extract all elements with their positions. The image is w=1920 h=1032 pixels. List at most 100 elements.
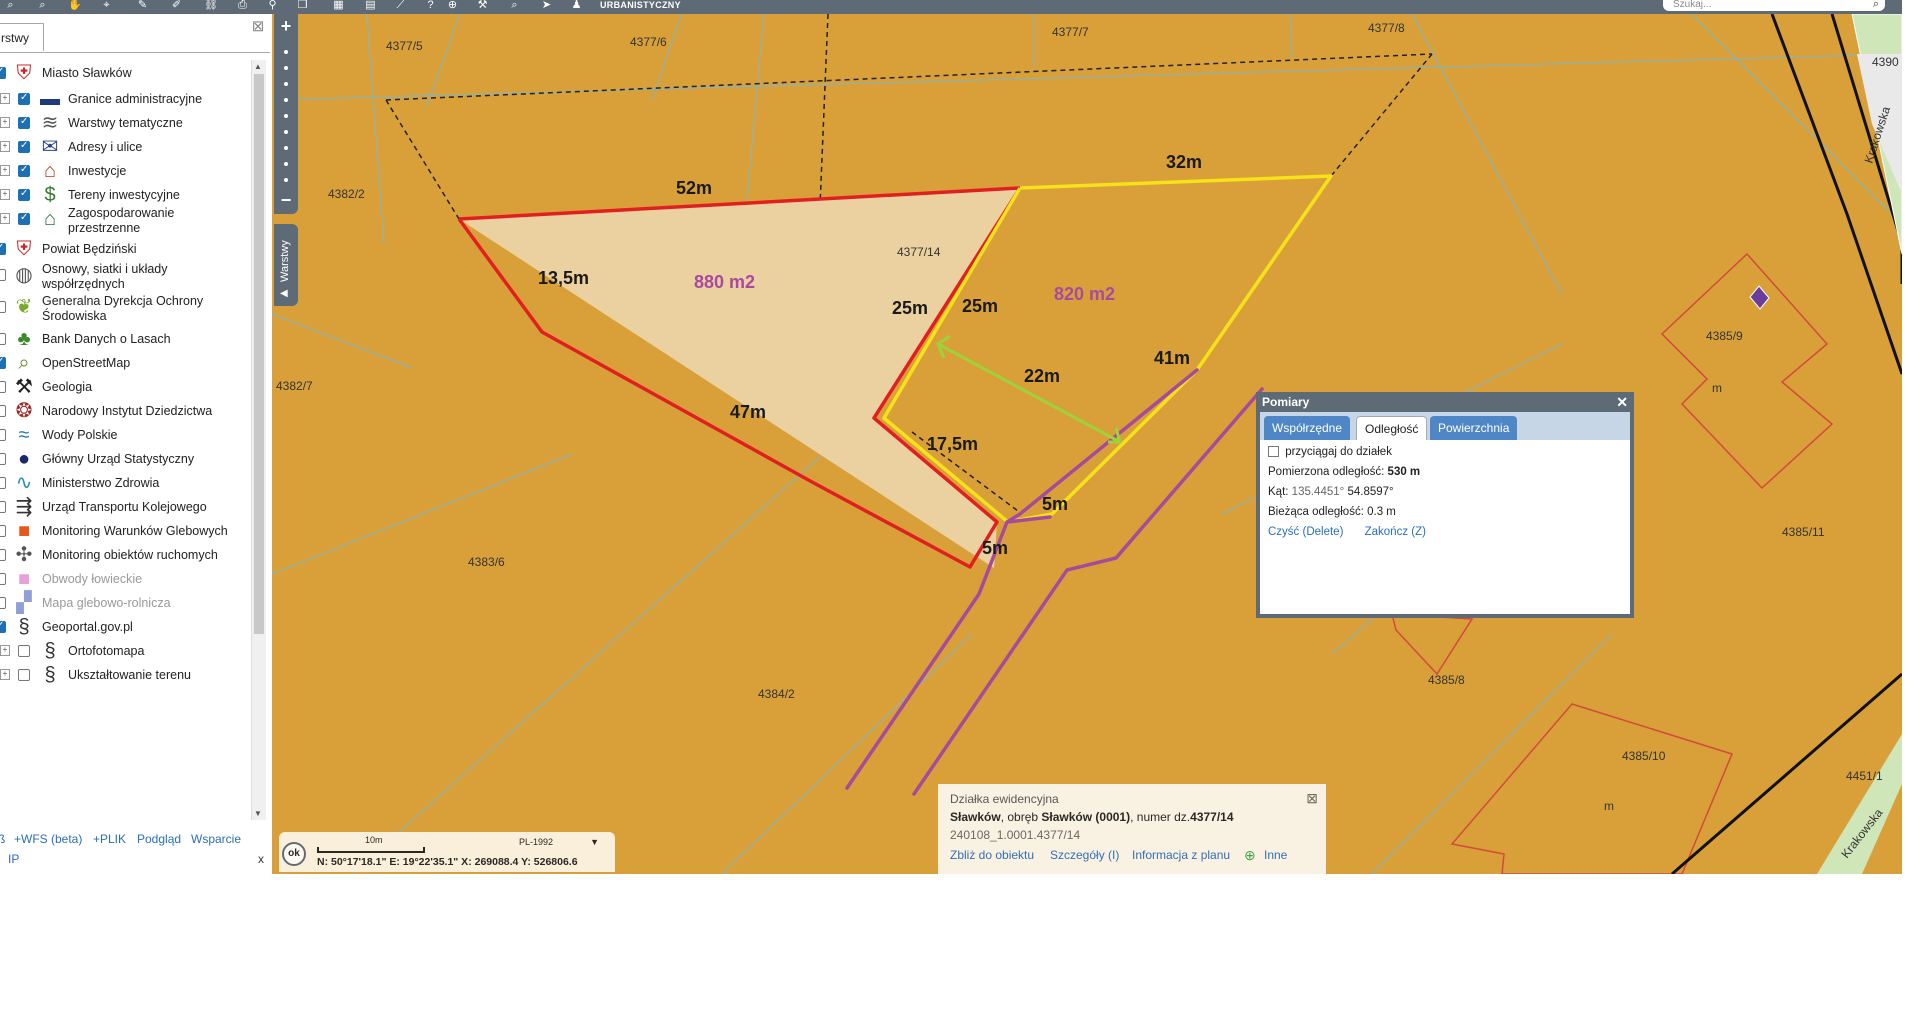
layer-checkbox[interactable]: [0, 525, 6, 537]
print-icon[interactable]: ⎙: [236, 0, 249, 11]
search-map-icon[interactable]: ⌕: [508, 0, 521, 11]
expand-icon[interactable]: +: [0, 165, 10, 176]
zoom-level-tick[interactable]: [284, 66, 288, 70]
zoom-in-icon[interactable]: ⌕: [4, 0, 17, 11]
crosshair-icon[interactable]: ⊕: [446, 0, 459, 11]
map-canvas[interactable]: 4377/5 4377/6 4377/7 4377/8 4382/2 4382/7 4377…: [272, 14, 1902, 874]
highlight-icon[interactable]: ✐: [170, 0, 183, 11]
zoom-level-tick[interactable]: [284, 146, 288, 150]
add-circle-icon[interactable]: ⊕: [1244, 847, 1256, 864]
more-link[interactable]: Inne: [1264, 848, 1287, 862]
layer-checkbox[interactable]: [18, 188, 30, 201]
layer-item[interactable]: + ⌂ Zagospodarowanieprzestrzenne: [0, 206, 252, 235]
copy-icon[interactable]: ❐: [296, 0, 309, 11]
add-wfs-link[interactable]: +WFS (beta): [14, 832, 82, 846]
zoom-level-tick[interactable]: [284, 114, 288, 118]
layer-item[interactable]: + § Ukształtowanie terenu: [0, 662, 252, 690]
zoom-level-tick[interactable]: [284, 50, 288, 54]
layer-item[interactable]: ⛨ Miasto Sławków: [0, 60, 252, 88]
layer-checkbox[interactable]: [0, 381, 6, 393]
layer-checkbox[interactable]: [0, 429, 6, 441]
layer-checkbox[interactable]: [0, 501, 6, 513]
layer-item[interactable]: ❦ Generalna Dyrekcja Ochrony Środowiska: [0, 294, 252, 323]
scroll-up-icon[interactable]: ▲: [254, 62, 262, 71]
layer-checkbox[interactable]: [0, 66, 6, 79]
expand-icon[interactable]: +: [0, 669, 10, 680]
crs-select[interactable]: PL-1992 ▼: [519, 835, 601, 849]
zoom-level-tick[interactable]: [284, 98, 288, 102]
layer-checkbox[interactable]: [0, 573, 6, 585]
layer-checkbox[interactable]: [0, 242, 6, 255]
search-icon[interactable]: ⌕: [1873, 0, 1879, 10]
zoom-level-tick[interactable]: [284, 130, 288, 134]
tab-coordinates[interactable]: Współrzędne: [1264, 416, 1351, 440]
layer-checkbox[interactable]: [0, 477, 6, 489]
layer-checkbox[interactable]: [0, 453, 6, 465]
layer-checkbox[interactable]: [0, 269, 6, 281]
layer-checkbox[interactable]: [18, 212, 30, 225]
layer-item[interactable]: ⛨ Powiat Będziński: [0, 236, 252, 264]
layer-checkbox[interactable]: [0, 549, 6, 561]
layer-checkbox[interactable]: [0, 333, 6, 345]
link-icon[interactable]: ⛓: [204, 0, 218, 11]
ok-button[interactable]: ok: [282, 842, 306, 866]
support-link[interactable]: Wsparcie: [191, 832, 241, 846]
zoom-level-tick[interactable]: [284, 178, 288, 182]
expand-icon[interactable]: +: [0, 117, 10, 128]
layers-panel-tab[interactable]: rstwy: [0, 23, 44, 51]
add-file-link[interactable]: +PLIK: [93, 832, 126, 846]
layer-checkbox[interactable]: [0, 620, 6, 633]
search-input[interactable]: Szukaj... ⌕: [1663, 0, 1885, 11]
close-icon[interactable]: ✕: [1616, 392, 1628, 412]
zoom-in-button[interactable]: +: [274, 16, 298, 37]
tools-icon[interactable]: ⚒: [476, 0, 489, 11]
close-icon[interactable]: ⊠: [1306, 790, 1318, 807]
zoom-level-tick[interactable]: [284, 162, 288, 166]
pencil-icon[interactable]: ✎: [136, 0, 149, 11]
layer-checkbox[interactable]: [18, 669, 30, 681]
ip-link[interactable]: IP: [8, 852, 19, 866]
layers-toggle-button[interactable]: Warstwy ◀: [274, 224, 298, 306]
preview-link[interactable]: Podgląd: [137, 832, 181, 846]
layer-checkbox[interactable]: [18, 116, 30, 129]
expand-icon[interactable]: +: [0, 141, 10, 152]
user-icon[interactable]: ♟: [570, 0, 583, 11]
pan-hand-icon[interactable]: ✋: [68, 0, 82, 11]
layer-checkbox[interactable]: [18, 92, 30, 105]
snap-checkbox[interactable]: [1268, 446, 1279, 457]
tab-distance[interactable]: Odległość: [1356, 416, 1428, 440]
layer-item[interactable]: ◍ Osnowy, siatki i układy współrzędnych: [0, 262, 252, 291]
layer-checkbox[interactable]: [0, 597, 6, 609]
expand-icon[interactable]: +: [0, 213, 10, 224]
zoom-out-button[interactable]: −: [274, 190, 298, 211]
share-icon[interactable]: ➤: [540, 0, 553, 11]
expand-icon[interactable]: +: [0, 189, 10, 200]
layer-checkbox[interactable]: [18, 645, 30, 657]
expand-icon[interactable]: +: [0, 93, 10, 104]
close-icon[interactable]: ⊠: [250, 19, 266, 35]
pin-icon[interactable]: ⚲: [266, 0, 279, 11]
footer-close-button[interactable]: x: [258, 852, 264, 866]
expand-icon[interactable]: +: [0, 645, 10, 656]
layer-checkbox[interactable]: [0, 356, 6, 369]
scroll-down-icon[interactable]: ▼: [254, 809, 262, 818]
layer-checkbox[interactable]: [18, 164, 30, 177]
layer-checkbox[interactable]: [18, 140, 30, 153]
finish-link[interactable]: Zakończ (Z): [1365, 526, 1426, 538]
zoom-level-tick[interactable]: [284, 82, 288, 86]
plan-info-link[interactable]: Informacja z planu: [1132, 848, 1230, 862]
poi-marker-icon[interactable]: [1749, 285, 1770, 310]
layer-checkbox[interactable]: [0, 405, 6, 417]
clear-link[interactable]: Czyść (Delete): [1268, 526, 1343, 538]
layer-list-scrollbar[interactable]: ▲ ▼: [251, 60, 266, 820]
layer-checkbox[interactable]: [0, 301, 6, 313]
measure-icon[interactable]: ⟋: [394, 0, 407, 11]
details-link[interactable]: Szczegóły (I): [1050, 848, 1119, 862]
grid-icon[interactable]: ▦: [332, 0, 345, 11]
tab-area[interactable]: Powierzchnia: [1430, 416, 1518, 440]
zoom-out-icon[interactable]: ⌕: [36, 0, 49, 11]
scrollbar-thumb[interactable]: [254, 74, 264, 634]
info-icon[interactable]: ⌖: [100, 0, 113, 11]
zoom-to-object-link[interactable]: Zbliż do obiektu: [950, 848, 1034, 862]
help-icon[interactable]: ?: [424, 0, 437, 11]
